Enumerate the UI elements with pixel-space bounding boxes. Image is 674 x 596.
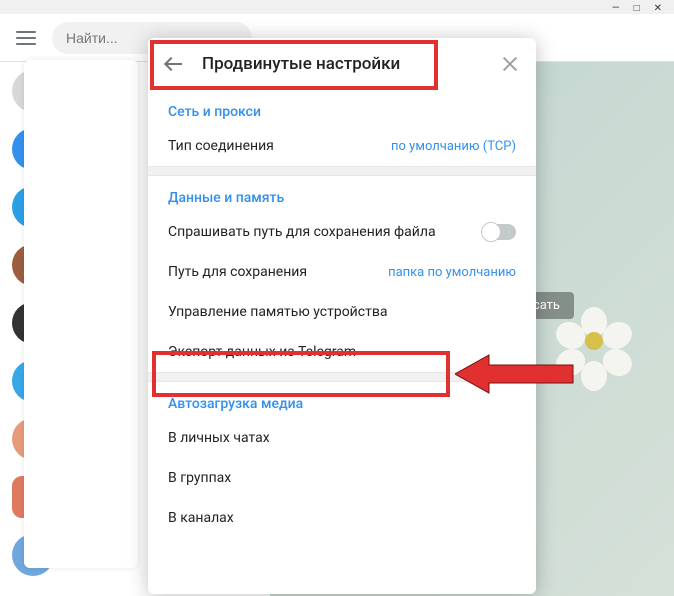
window-controls: — □ ✕ bbox=[0, 0, 674, 14]
connection-type-row[interactable]: Тип соединения по умолчанию (TCP) bbox=[148, 126, 536, 166]
setting-label: Управление памятью устройства bbox=[168, 304, 387, 320]
setting-label: Спрашивать путь для сохранения файла bbox=[168, 224, 436, 240]
section-divider bbox=[148, 372, 536, 382]
setting-label: Тип соединения bbox=[168, 138, 274, 154]
autoload-private-row[interactable]: В личных чатах bbox=[148, 418, 536, 458]
autoload-groups-row[interactable]: В группах bbox=[148, 458, 536, 498]
back-icon[interactable] bbox=[166, 57, 184, 71]
close-icon[interactable] bbox=[502, 56, 518, 72]
section-autoload-title: Автозагрузка медиа bbox=[148, 382, 536, 418]
memory-management-row[interactable]: Управление памятью устройства bbox=[148, 292, 536, 332]
setting-value: по умолчанию (TCP) bbox=[391, 139, 516, 154]
window-minimize-icon[interactable]: — bbox=[612, 4, 620, 10]
download-path-row[interactable]: Путь для сохранения папка по умолчанию bbox=[148, 252, 536, 292]
setting-label: Экспорт данных из Telegram bbox=[168, 344, 356, 360]
window-close-icon[interactable]: ✕ bbox=[654, 4, 662, 10]
modal-title: Продвинутые настройки bbox=[202, 54, 484, 74]
section-divider bbox=[148, 166, 536, 176]
toggle-off[interactable] bbox=[482, 224, 516, 240]
overlay-panel bbox=[24, 60, 138, 568]
section-network-title: Сеть и прокси bbox=[148, 90, 536, 126]
setting-value: папка по умолчанию bbox=[388, 265, 516, 280]
export-data-row[interactable]: Экспорт данных из Telegram bbox=[148, 332, 536, 372]
section-data-title: Данные и память bbox=[148, 176, 536, 212]
window-maximize-icon[interactable]: □ bbox=[634, 4, 640, 10]
menu-icon[interactable] bbox=[16, 31, 36, 45]
setting-label: Путь для сохранения bbox=[168, 264, 307, 280]
modal-header: Продвинутые настройки bbox=[148, 38, 536, 90]
setting-label: В каналах bbox=[168, 510, 234, 526]
ask-download-path-row[interactable]: Спрашивать путь для сохранения файла bbox=[148, 212, 536, 252]
setting-label: В группах bbox=[168, 470, 231, 486]
settings-modal: Продвинутые настройки Сеть и прокси Тип … bbox=[148, 38, 536, 594]
setting-label: В личных чатах bbox=[168, 430, 270, 446]
autoload-channels-row[interactable]: В каналах bbox=[148, 498, 536, 538]
